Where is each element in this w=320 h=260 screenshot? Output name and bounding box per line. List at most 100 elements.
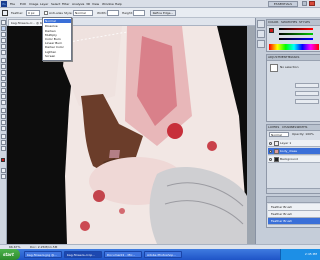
tab-adjustments[interactable]: ADJUSTMENTS — [268, 55, 290, 60]
history-item-label: Feather Brush — [271, 212, 293, 216]
start-button[interactable]: start — [0, 249, 20, 260]
layer-row-selected[interactable]: body_dress — [268, 148, 320, 155]
menu-bar: Ps File Edit Image Layer Select Filter A… — [0, 0, 320, 8]
visibility-eye-icon[interactable] — [269, 158, 272, 161]
history-brush-tool-icon[interactable] — [1, 76, 6, 81]
path-selection-tool-icon[interactable] — [1, 120, 6, 125]
close-icon[interactable] — [309, 1, 315, 6]
history-panel-icon[interactable] — [257, 20, 265, 28]
fg-color-chip[interactable] — [269, 28, 274, 33]
menu-filter[interactable]: Filter — [62, 1, 69, 7]
dropdown-item[interactable]: Dissolve — [45, 24, 58, 28]
brush-panel-icon[interactable] — [257, 40, 265, 48]
taskbar-item[interactable]: Adobe Photoshop... — [144, 251, 182, 258]
tools-panel — [0, 18, 7, 244]
visibility-eye-icon[interactable] — [269, 150, 272, 153]
layer-blend-mode-select[interactable]: Normal — [269, 132, 289, 137]
shape-tool-icon[interactable] — [1, 126, 6, 131]
layer-name: Layer 1 — [280, 141, 292, 145]
visibility-eye-icon[interactable] — [269, 142, 272, 145]
move-tool-icon[interactable] — [1, 20, 6, 25]
gradient-tool-icon[interactable] — [1, 88, 6, 93]
dropdown-item[interactable]: Screen — [45, 54, 55, 58]
workspace-switcher[interactable]: ESSENTIALS — [268, 1, 298, 7]
menu-help[interactable]: Help — [115, 1, 122, 7]
opacity-field[interactable]: Opacity: 100% — [292, 132, 314, 137]
tab-layers[interactable]: LAYERS — [268, 125, 279, 130]
layer-thumbnail — [274, 149, 279, 154]
menu-file[interactable]: File — [10, 1, 15, 7]
tab-swatches[interactable]: SWATCHES — [281, 20, 297, 25]
hand-tool-icon[interactable] — [1, 140, 6, 145]
tab-paths[interactable]: PATHS — [298, 125, 307, 130]
marquee-tool-icon[interactable] — [1, 26, 6, 31]
eyedropper-tool-icon[interactable] — [1, 50, 6, 55]
color-spectrum-bar[interactable] — [269, 44, 319, 50]
layer-thumbnail — [274, 157, 279, 162]
layer-row[interactable]: Layer 1 — [268, 140, 320, 147]
adjustments-panel-header: ADJUSTMENTS MASKS — [267, 55, 320, 61]
dropdown-item[interactable]: Darker Color — [45, 45, 64, 49]
zoom-tool-icon[interactable] — [1, 146, 6, 151]
tab-color[interactable]: COLOR — [268, 20, 278, 25]
red-slider[interactable] — [279, 28, 313, 30]
adjustment-button[interactable] — [295, 83, 319, 88]
adjustments-panel: ADJUSTMENTS MASKS No selection — [266, 54, 320, 122]
tab-channels[interactable]: CHANNELS — [282, 125, 298, 130]
dropdown-item[interactable]: Normal — [45, 19, 56, 23]
width-field[interactable] — [107, 10, 119, 16]
marquee-tool-preset-icon[interactable] — [2, 10, 8, 16]
history-item-selected[interactable]: Feather Brush — [268, 218, 320, 225]
taskbar-item[interactable]: Document1 - Mic... — [104, 251, 142, 258]
adjustment-thumbnail — [270, 64, 278, 72]
lasso-tool-icon[interactable] — [1, 32, 6, 37]
menu-view[interactable]: View — [92, 1, 99, 7]
taskbar-item-active[interactable]: bag-flowers-crop... — [64, 251, 102, 258]
clone-stamp-tool-icon[interactable] — [1, 70, 6, 75]
adjustment-button[interactable] — [295, 99, 319, 104]
crop-tool-icon[interactable] — [1, 44, 6, 49]
feather-label: Feather: — [11, 11, 24, 15]
width-label: Width: — [97, 11, 107, 15]
anti-alias-label: Anti-alias — [49, 11, 63, 15]
feather-field[interactable]: 0 px — [26, 10, 40, 16]
menu-3d[interactable]: 3D — [86, 1, 90, 7]
actions-panel-icon[interactable] — [257, 30, 265, 38]
quick-mask-icon[interactable] — [1, 168, 6, 173]
type-tool-icon[interactable] — [1, 114, 6, 119]
healing-brush-tool-icon[interactable] — [1, 58, 6, 63]
quick-select-tool-icon[interactable] — [1, 38, 6, 43]
green-slider[interactable] — [279, 33, 313, 35]
anti-alias-checkbox[interactable] — [44, 11, 48, 15]
menu-layer[interactable]: Layer — [40, 1, 48, 7]
eraser-tool-icon[interactable] — [1, 82, 6, 87]
minimize-icon[interactable] — [302, 1, 307, 6]
dodge-tool-icon[interactable] — [1, 100, 6, 105]
clock[interactable]: 2:45 PM — [305, 252, 317, 256]
menu-window[interactable]: Window — [102, 1, 114, 7]
layer-row[interactable]: Background — [268, 156, 320, 163]
tab-styles[interactable]: STYLES — [299, 20, 310, 25]
screen-mode-icon[interactable] — [1, 174, 6, 179]
right-panel-dock: COLOR SWATCHES STYLES ADJUSTMENTS MASKS … — [255, 18, 320, 244]
foreground-color-swatch[interactable] — [1, 158, 5, 162]
menu-edit[interactable]: Edit — [20, 1, 26, 7]
height-field[interactable] — [133, 10, 145, 16]
menu-analysis[interactable]: Analysis — [72, 1, 84, 7]
menu-select[interactable]: Select — [51, 1, 60, 7]
style-select[interactable]: Normal — [73, 10, 93, 16]
blue-slider[interactable] — [279, 38, 313, 40]
brush-tool-icon[interactable] — [1, 64, 6, 69]
3d-rotate-tool-icon[interactable] — [1, 134, 6, 139]
history-item[interactable]: Feather Brush — [268, 211, 320, 218]
app-logo[interactable]: Ps — [1, 1, 7, 7]
history-item[interactable]: Feather Brush — [268, 204, 320, 211]
menu-image[interactable]: Image — [29, 1, 38, 7]
taskbar-item[interactable]: bag-flowers.jpg @... — [24, 251, 62, 258]
refine-edge-button[interactable]: Refine Edge... — [150, 10, 176, 16]
pen-tool-icon[interactable] — [1, 108, 6, 113]
blur-tool-icon[interactable] — [1, 94, 6, 99]
adjustment-button[interactable] — [295, 91, 319, 96]
tab-masks[interactable]: MASKS — [289, 55, 299, 60]
blend-mode-dropdown[interactable]: Normal Dissolve Darken Multiply Color Bu… — [42, 17, 72, 61]
